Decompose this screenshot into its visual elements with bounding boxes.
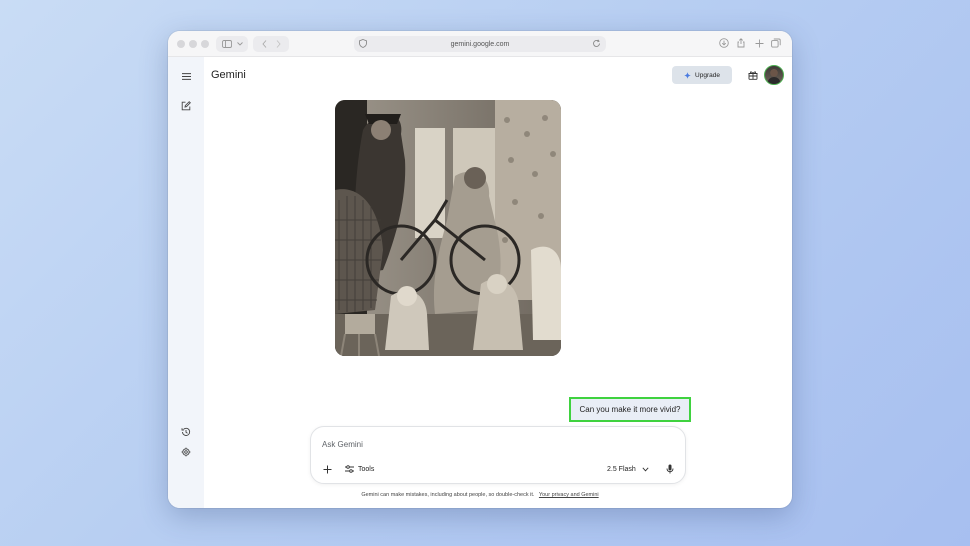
tools-button[interactable]: Tools: [345, 463, 374, 475]
plus-icon: [323, 465, 331, 473]
history-icon: [181, 427, 191, 436]
sparkle-icon: [684, 71, 692, 79]
back-icon[interactable]: [261, 40, 267, 48]
model-label: 2.5 Flash: [607, 465, 636, 473]
new-tab-icon: [755, 39, 763, 47]
tabs-overview-button[interactable]: [769, 36, 783, 50]
forward-icon[interactable]: [276, 40, 281, 48]
navigation-buttons: [253, 36, 289, 52]
address-bar[interactable]: gemini.google.com: [354, 36, 606, 52]
model-selector[interactable]: 2.5 Flash: [607, 463, 649, 475]
activity-history-button[interactable]: [179, 425, 193, 439]
disclaimer-text: Gemini can make mistakes, including abou…: [361, 492, 535, 498]
prompt-composer: Tools 2.5 Flash: [310, 426, 686, 484]
chevron-down-icon: [642, 466, 649, 471]
upgrade-label: Upgrade: [695, 71, 720, 79]
settings-button[interactable]: [179, 445, 193, 459]
microphone-icon: [666, 464, 674, 474]
download-button[interactable]: [717, 36, 731, 50]
share-icon: [737, 38, 745, 48]
disclaimer: Gemini can make mistakes, including abou…: [168, 492, 792, 498]
share-button[interactable]: [734, 36, 748, 50]
tools-label: Tools: [358, 465, 375, 473]
new-chat-icon: [181, 101, 191, 111]
reload-icon[interactable]: [592, 39, 601, 48]
shield-icon: [359, 39, 367, 48]
account-avatar[interactable]: [764, 65, 784, 85]
app-title: Gemini: [211, 69, 246, 81]
upgrade-button[interactable]: Upgrade: [672, 66, 732, 84]
menu-button[interactable]: [179, 69, 193, 83]
minimize-window-button[interactable]: [189, 40, 197, 48]
browser-toolbar: gemini.google.com: [168, 31, 792, 57]
sidebar-toggle-button[interactable]: [216, 36, 248, 52]
download-icon: [719, 38, 729, 48]
close-window-button[interactable]: [177, 40, 185, 48]
microphone-button[interactable]: [664, 463, 676, 475]
gemini-sidebar: [168, 57, 204, 508]
privacy-link[interactable]: Your privacy and Gemini: [539, 492, 599, 498]
sidebar-toggle-icon: [221, 40, 232, 48]
chevron-down-icon: [236, 42, 243, 46]
uploaded-photo[interactable]: [335, 100, 561, 356]
prompt-input[interactable]: [322, 437, 622, 451]
settings-icon: [181, 447, 191, 457]
gift-button[interactable]: [746, 68, 760, 82]
vintage-photo-image: [335, 100, 561, 356]
add-attachment-button[interactable]: [321, 463, 333, 475]
url-text: gemini.google.com: [450, 40, 510, 48]
user-message-text: Can you make it more vivid?: [579, 405, 681, 414]
gift-icon: [748, 71, 758, 80]
tools-icon: [345, 465, 354, 473]
user-message: Can you make it more vivid?: [569, 397, 691, 422]
new-chat-button[interactable]: [179, 99, 193, 113]
menu-icon: [181, 72, 191, 80]
new-tab-button[interactable]: [752, 36, 766, 50]
zoom-window-button[interactable]: [201, 40, 209, 48]
browser-window: gemini.google.com Gemini Upgrade Can you…: [168, 31, 792, 508]
tabs-overview-icon: [771, 38, 781, 48]
